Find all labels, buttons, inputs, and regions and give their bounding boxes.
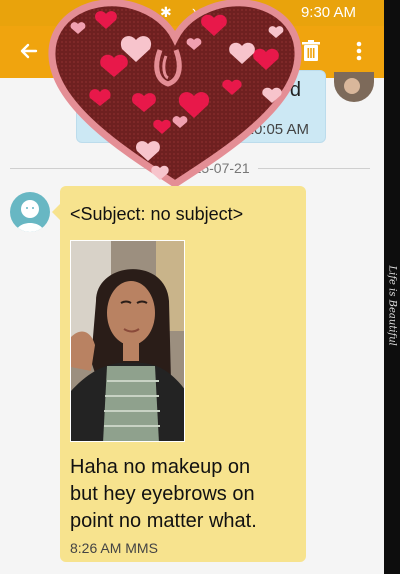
more-options-button[interactable] xyxy=(352,38,366,64)
contact-avatar[interactable] xyxy=(10,192,50,232)
arrow-left-icon xyxy=(20,43,38,59)
message-meta: 8:26 AM MMS xyxy=(70,540,158,556)
delete-button[interactable] xyxy=(302,40,320,62)
status-time: 9:30 AM xyxy=(300,4,356,21)
trash-icon xyxy=(302,40,320,61)
back-arrow-icon[interactable] xyxy=(16,38,42,64)
selfie-image xyxy=(71,241,184,441)
sent-message-bubble[interactable]: d 10:05 AM xyxy=(76,70,326,143)
more-vertical-icon xyxy=(356,41,362,61)
status-bar: ✱ ⋎ 9:30 AM xyxy=(0,0,384,26)
date-divider: 2015-07-21 xyxy=(170,160,258,176)
mms-photo[interactable] xyxy=(70,240,185,442)
messaging-screen: ✱ ⋎ 9:30 AM d 10:05 AM 2015-07-21 <Subje… xyxy=(0,0,384,574)
received-message-bubble[interactable]: <Subject: no subject> Haha no makeup on … xyxy=(52,186,306,562)
side-caption: Life is Beautiful xyxy=(386,265,398,346)
message-subject: <Subject: no subject> xyxy=(70,204,244,224)
sent-message-text: d xyxy=(289,79,301,101)
message-body: Haha no makeup on but hey eyebrows on po… xyxy=(70,456,257,532)
sent-message-time: 10:05 AM xyxy=(245,121,309,138)
sender-avatar[interactable] xyxy=(334,72,374,102)
status-icons: ✱ ⋎ xyxy=(160,4,210,20)
person-icon xyxy=(16,200,44,232)
